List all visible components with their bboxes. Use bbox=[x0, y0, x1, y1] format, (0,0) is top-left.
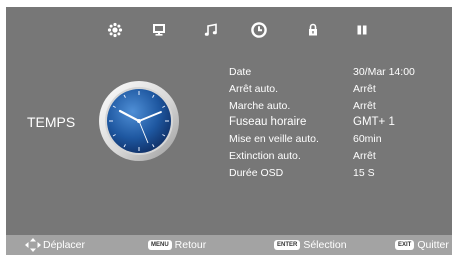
hint-move: Déplacer bbox=[25, 238, 85, 252]
setting-label: Mise en veille auto. bbox=[229, 133, 319, 146]
setting-label: Date bbox=[229, 66, 252, 78]
setting-row-auto-on[interactable]: Marche auto. Arrêt bbox=[229, 100, 449, 117]
clock-icon[interactable] bbox=[249, 20, 269, 40]
setting-label: Durée OSD bbox=[229, 166, 284, 179]
music-note-icon[interactable] bbox=[201, 20, 221, 40]
footer-hint-bar: Déplacer MENU Retour ENTER Sélection EXI… bbox=[6, 235, 452, 255]
setting-value: Arrêt bbox=[353, 82, 376, 95]
hint-move-label: Déplacer bbox=[43, 239, 86, 251]
analog-clock-illustration bbox=[98, 80, 180, 162]
lock-icon[interactable] bbox=[303, 20, 323, 40]
section-title: TEMPS bbox=[27, 114, 76, 130]
menu-bar bbox=[6, 7, 452, 53]
setting-row-auto-shutdown[interactable]: Extinction auto. Arrêt bbox=[229, 150, 449, 167]
menu-key-badge: MENU bbox=[148, 240, 172, 250]
exit-key-badge: EXIT bbox=[395, 240, 415, 250]
hint-quit-label: Quitter bbox=[417, 239, 449, 251]
monitor-icon[interactable] bbox=[149, 20, 169, 40]
setting-value: Arrêt bbox=[353, 99, 376, 112]
hint-back: MENU Retour bbox=[148, 238, 206, 252]
setting-label: Arrêt auto. bbox=[229, 82, 279, 95]
dpad-arrows-icon bbox=[25, 238, 41, 252]
setting-label: Marche auto. bbox=[229, 99, 291, 112]
setting-row-time-zone[interactable]: Fuseau horaire GMT+ 1 bbox=[229, 116, 449, 133]
hint-quit: EXIT Quitter bbox=[395, 238, 449, 252]
hint-back-label: Retour bbox=[174, 239, 207, 251]
setting-value: Arrêt bbox=[353, 149, 376, 162]
setting-row-date[interactable]: Date 30/Mar 14:00 bbox=[229, 66, 449, 83]
setting-row-auto-off[interactable]: Arrêt auto. Arrêt bbox=[229, 83, 449, 100]
hint-select: ENTER Sélection bbox=[274, 238, 347, 252]
setting-value: GMT+ 1 bbox=[353, 116, 395, 129]
hint-select-label: Sélection bbox=[303, 239, 347, 251]
tv-osd-screen: TEMPS Date 30/Mar 14:00 Arrêt auto. Arrê… bbox=[6, 7, 452, 255]
setting-row-sleep-timer[interactable]: Mise en veille auto. 60min bbox=[229, 133, 449, 150]
pause-bars-icon[interactable] bbox=[352, 20, 372, 40]
enter-key-badge: ENTER bbox=[274, 240, 301, 250]
setting-label: Extinction auto. bbox=[229, 149, 301, 162]
setting-value: 60min bbox=[353, 133, 382, 146]
sun-icon[interactable] bbox=[105, 20, 125, 40]
time-settings-list: Date 30/Mar 14:00 Arrêt auto. Arrêt Marc… bbox=[229, 66, 449, 184]
setting-row-osd-duration[interactable]: Durée OSD 15 S bbox=[229, 167, 449, 184]
setting-value: 15 S bbox=[353, 166, 375, 179]
setting-label: Fuseau horaire bbox=[229, 116, 307, 129]
setting-value: 30/Mar 14:00 bbox=[353, 66, 415, 78]
